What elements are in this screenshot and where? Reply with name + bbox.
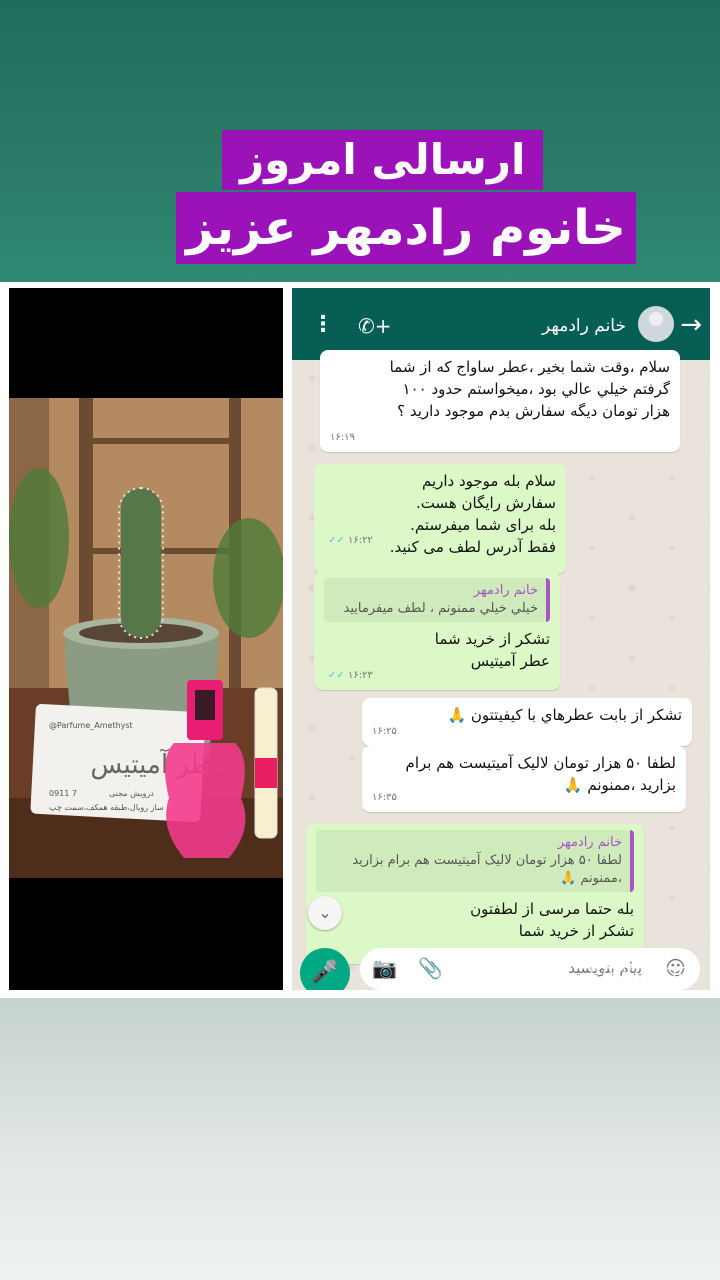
- message-outgoing[interactable]: سلام بله موجود داریم سفارش رایگان هست. ب…: [314, 464, 566, 574]
- message-line: لطفا ۵۰ هزار تومان لالیک آمیتیست هم برام: [405, 754, 676, 772]
- message-time-wrap: ✓✓ ۱۶:۲۲: [324, 530, 373, 552]
- quoted-text: خيلي خيلي ممنونم ، لطف میفرمایید: [343, 601, 538, 616]
- message-incoming[interactable]: لطفا ۵۰ هزار تومان لالیک آمیتیست هم برام…: [362, 746, 686, 812]
- read-ticks-icon: ✓✓: [328, 670, 345, 681]
- message-time: ۱۶:۲۳: [347, 670, 373, 681]
- photogrid-watermark: PhotoGrid: [588, 958, 692, 982]
- headline-line-2: خانوم رادمهر عزیز: [176, 192, 636, 264]
- quoted-message[interactable]: خانم رادمهر خيلي خيلي ممنونم ، لطف میفرم…: [324, 578, 550, 622]
- add-call-icon[interactable]: ✆+: [358, 314, 392, 338]
- card-name: درویش مجنی: [109, 789, 154, 798]
- message-line: سلام بله موجود داریم: [421, 472, 556, 490]
- top-banner: ارسالی امروز خانوم رادمهر عزیز: [0, 0, 720, 282]
- message-line: سلام ،وقت شما بخیر ،عطر ساواج که از شما: [389, 358, 670, 376]
- message-line: تشکر از بابت عطرهاي با کیفیتتون 🙏: [447, 706, 682, 724]
- quoted-message[interactable]: خانم رادمهر لطفا ۵۰ هزار تومان لالیک آمی…: [316, 830, 634, 892]
- read-ticks-icon: ✓✓: [328, 535, 345, 546]
- message-outgoing[interactable]: خانم رادمهر لطفا ۵۰ هزار تومان لالیک آمی…: [306, 824, 644, 964]
- photo-illustration: @Parfume_Amethyst عطر آمیتیس 0911 7 دروی…: [9, 398, 283, 878]
- card-handle: @Parfume_Amethyst: [49, 721, 133, 730]
- quoted-text: لطفا ۵۰ هزار تومان لالیک آمیتیست هم برام…: [352, 853, 622, 886]
- product-photo-panel: @Parfume_Amethyst عطر آمیتیس 0911 7 دروی…: [9, 288, 283, 990]
- bottom-band: [0, 998, 720, 1280]
- message-line: تشکر از خرید شما: [434, 630, 550, 648]
- contact-name[interactable]: خانم رادمهر: [542, 316, 626, 336]
- product-photo: @Parfume_Amethyst عطر آمیتیس 0911 7 دروی…: [9, 398, 283, 878]
- paperclip-icon[interactable]: 📎: [418, 956, 443, 980]
- message-line: بله حتما مرسی از لطفتون: [470, 900, 634, 918]
- camera-icon[interactable]: 📷: [372, 956, 397, 980]
- message-line: سفارش رایگان هست.: [415, 494, 556, 512]
- message-line: هزار تومان دیگه سفارش بدم موجود دارید ؟: [397, 402, 670, 420]
- back-arrow-icon[interactable]: →: [680, 310, 702, 340]
- kebab-menu-icon[interactable]: ⋮: [312, 312, 334, 337]
- avatar-icon[interactable]: [638, 306, 674, 342]
- message-time: ۱۶:۲۲: [347, 535, 373, 546]
- card-phone: 0911 7: [49, 789, 77, 798]
- card-address: ساز رویال،طبقه همکف،سمت چپ: [49, 803, 164, 812]
- message-line: بزارید ،ممنونم 🙏: [563, 776, 676, 794]
- message-incoming[interactable]: سلام ،وقت شما بخیر ،عطر ساواج که از شما …: [320, 350, 680, 452]
- message-outgoing[interactable]: خانم رادمهر خيلي خيلي ممنونم ، لطف میفرم…: [314, 572, 560, 690]
- headline-line-1: ارسالی امروز: [222, 130, 544, 190]
- message-time-wrap: ✓✓ ۱۶:۲۳: [324, 665, 373, 687]
- quoted-sender: خانم رادمهر: [557, 835, 622, 850]
- message-incoming[interactable]: تشکر از بابت عطرهاي با کیفیتتون 🙏 ۱۶:۲۵: [362, 698, 692, 746]
- message-line: تشکر از خرید شما: [518, 922, 634, 940]
- message-time: ۱۶:۳۵: [372, 792, 397, 803]
- mic-icon[interactable]: 🎤: [300, 948, 350, 990]
- message-line: گرفتم خيلي عالي بود ،میخواستم حدود ۱۰۰: [402, 380, 671, 398]
- quoted-sender: خانم رادمهر: [473, 583, 538, 598]
- chevron-down-icon[interactable]: ⌄: [308, 896, 342, 930]
- message-time: ۱۶:۲۵: [372, 726, 397, 737]
- message-time: ۱۶:۱۹: [330, 432, 355, 443]
- chat-screenshot: → خانم رادمهر ✆+ ⋮ سلام ،وقت شما بخیر ،ع…: [292, 288, 710, 990]
